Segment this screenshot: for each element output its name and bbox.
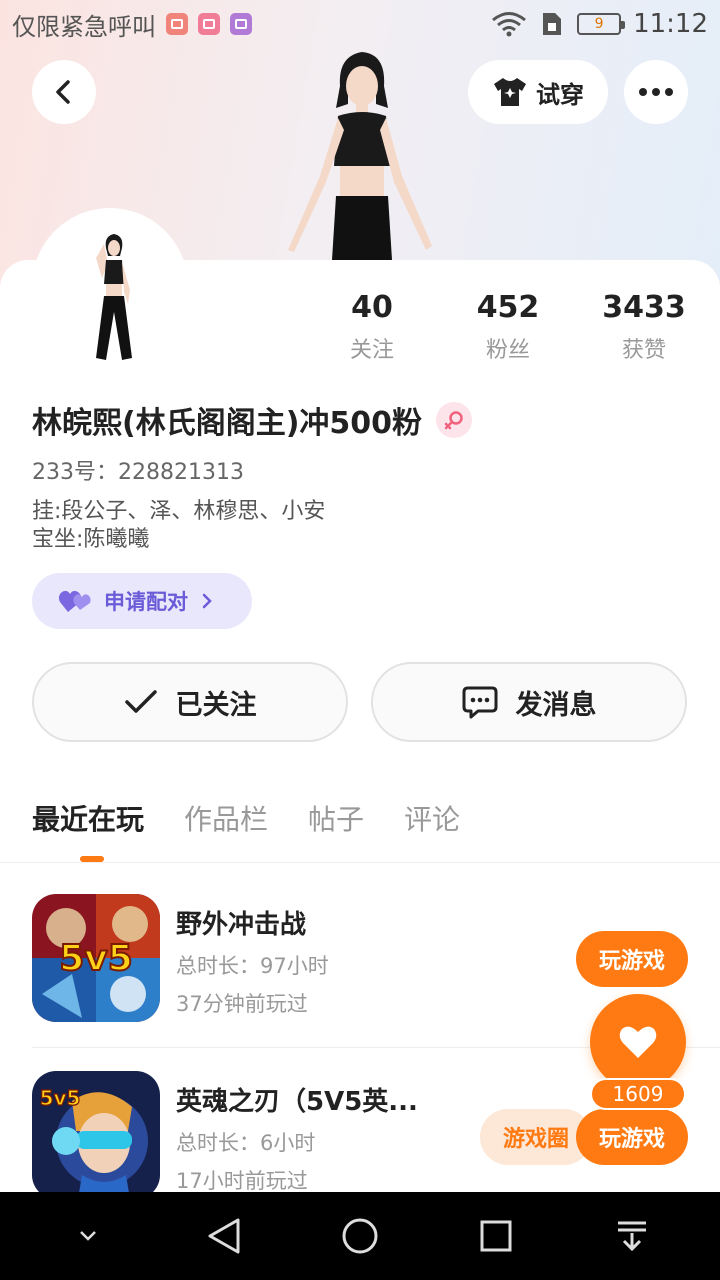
game-icon-text: 5v5 (59, 938, 133, 979)
user-avatar[interactable] (32, 208, 188, 364)
double-heart-icon (58, 590, 91, 612)
circle-home-icon (342, 1218, 378, 1254)
heart-icon (619, 1026, 657, 1058)
status-bar: 仅限紧急呼叫 9 11:12 (0, 0, 720, 48)
stat-followers[interactable]: 452 粉丝 (440, 290, 576, 364)
battery-icon: 9 (577, 13, 626, 35)
sim-icon (543, 13, 562, 35)
try-on-label: 试穿 (536, 80, 584, 109)
profile-stats: 40 关注 452 粉丝 3433 获赞 (304, 290, 712, 364)
send-message-button[interactable]: 发消息 (371, 662, 687, 742)
stat-likes-count: 3433 (602, 290, 686, 325)
tab-posts[interactable]: 帖子 (308, 798, 364, 842)
notification-pull-button[interactable] (600, 1204, 664, 1268)
avatar-3d-figure[interactable] (280, 46, 440, 260)
send-message-label: 发消息 (515, 689, 597, 721)
battery-level: 9 (594, 16, 604, 32)
bio-line-2: 宝坐:陈曦曦 (32, 527, 150, 552)
clock-time: 11:12 (633, 9, 708, 39)
game-total-duration: 总时长：6小时 (176, 1131, 316, 1155)
tabs-divider (0, 862, 720, 863)
game-icon-soul-blade[interactable]: 5v5 (32, 1071, 160, 1199)
stat-likes[interactable]: 3433 获赞 (576, 290, 712, 364)
apply-pairing-button[interactable]: 申请配对 (32, 573, 252, 629)
chevron-down-icon (80, 1231, 96, 1241)
bio-line-1: 挂:段公子、泽、林穆思、小安 (32, 499, 326, 524)
wifi-icon (492, 12, 527, 37)
stat-likes-label: 获赞 (621, 338, 666, 363)
profile-tabs: 最近在玩 作品栏 帖子 评论 (32, 798, 460, 842)
play-game-button[interactable]: 玩游戏 (576, 1109, 688, 1165)
tab-comments[interactable]: 评论 (404, 798, 460, 842)
game-last-played: 17小时前玩过 (176, 1169, 308, 1193)
play-game-button[interactable]: 玩游戏 (576, 931, 688, 987)
recents-nav-button[interactable] (464, 1204, 528, 1268)
back-button[interactable] (32, 60, 96, 124)
stat-followers-label: 粉丝 (485, 338, 530, 363)
game-icon-wild-assault[interactable]: 5v5 (32, 894, 160, 1022)
user-nickname: 林皖熙(林氏阁阁主)冲500粉 (32, 406, 423, 441)
followed-button[interactable]: 已关注 (32, 662, 348, 742)
game-title: 英魂之刃（5V5英... (176, 1087, 418, 1117)
hide-nav-button[interactable] (56, 1204, 120, 1268)
like-button[interactable] (590, 994, 686, 1090)
back-nav-button[interactable] (192, 1204, 256, 1268)
stat-following-label: 关注 (349, 338, 394, 363)
more-dots-icon (639, 88, 673, 96)
user-bio: 挂:段公子、泽、林穆思、小安 宝坐:陈曦曦 (32, 498, 325, 554)
try-on-button[interactable]: 试穿 (468, 60, 608, 124)
stat-followers-count: 452 (476, 290, 540, 325)
tshirt-icon (494, 78, 526, 106)
game-last-played: 37分钟前玩过 (176, 992, 308, 1016)
nickname-row: 林皖熙(林氏阁阁主)冲500粉 (32, 398, 473, 442)
triangle-back-icon (208, 1218, 240, 1254)
tab-recently-played[interactable]: 最近在玩 (32, 798, 144, 842)
like-count: 1609 (590, 1078, 686, 1110)
chevron-left-icon (56, 80, 70, 104)
chat-bubble-icon (462, 686, 497, 719)
female-gender-icon (436, 402, 473, 438)
tab-works[interactable]: 作品栏 (184, 798, 268, 842)
system-navigation-bar (0, 1192, 720, 1280)
image-notification-icon (230, 13, 252, 35)
stat-following-count: 40 (351, 290, 393, 325)
user-id: 233号：228821313 (32, 460, 244, 485)
apply-pairing-label: 申请配对 (104, 590, 188, 614)
carrier-text: 仅限紧急呼叫 (12, 12, 156, 41)
home-nav-button[interactable] (328, 1204, 392, 1268)
chevron-right-icon (202, 593, 212, 609)
game-icon-text: 5v5 (40, 1086, 81, 1110)
stat-following[interactable]: 40 关注 (304, 290, 440, 364)
pull-down-icon (618, 1221, 646, 1252)
square-recents-icon (480, 1220, 512, 1252)
more-options-button[interactable] (624, 60, 688, 124)
game-total-duration: 总时长：97小时 (176, 954, 329, 978)
checkmark-icon (124, 690, 157, 713)
mail-notification-icon (166, 13, 188, 35)
followed-label: 已关注 (175, 689, 257, 721)
game-title: 野外冲击战 (176, 910, 307, 940)
phone-notification-icon (198, 13, 220, 35)
